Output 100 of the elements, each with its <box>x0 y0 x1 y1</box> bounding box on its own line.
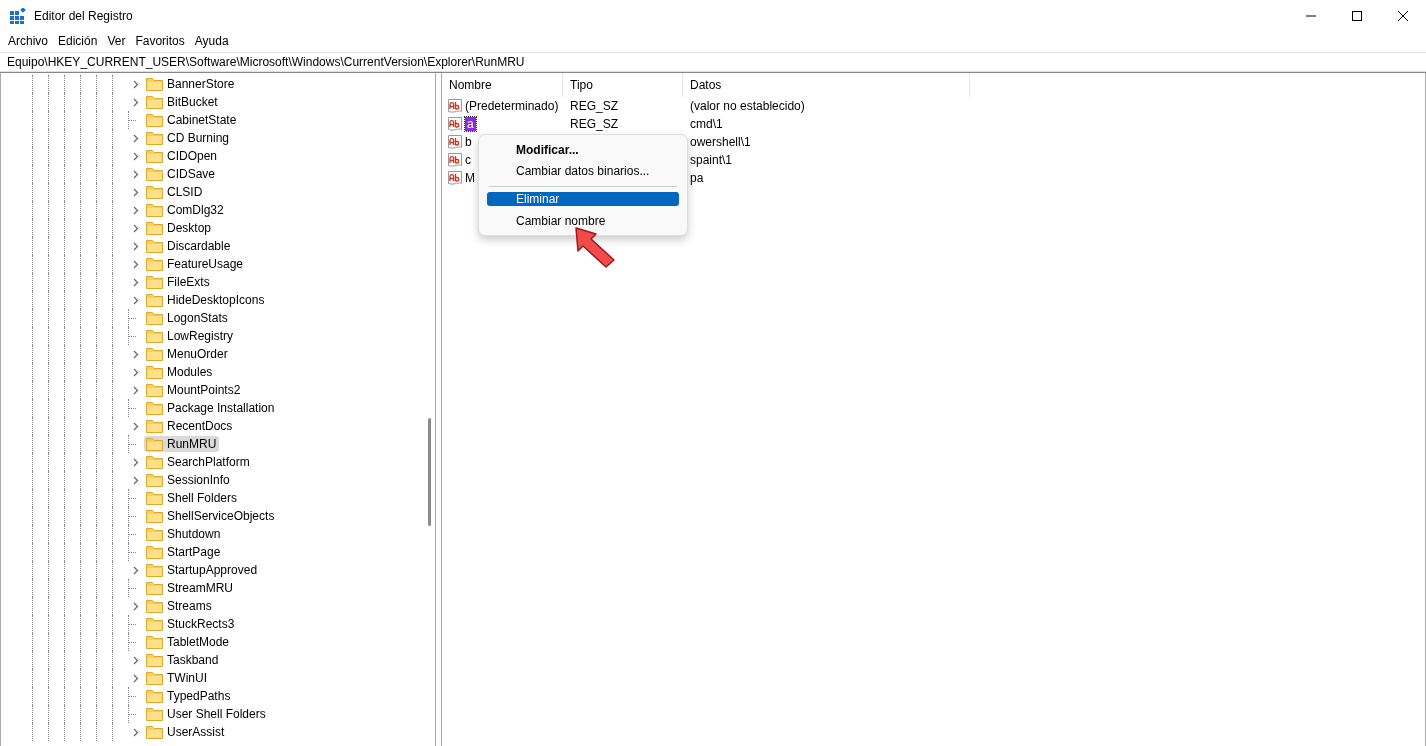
tree-item[interactable]: UserAssist <box>167 725 225 739</box>
menu-option[interactable]: Cambiar datos binarios... <box>487 160 679 181</box>
string-value-icon <box>447 116 463 132</box>
folder-icon <box>146 527 163 541</box>
value-name[interactable]: b <box>465 135 472 149</box>
tree-item[interactable]: Shutdown <box>167 527 221 541</box>
tree-item[interactable]: StartupApproved <box>167 563 258 577</box>
chevron-icon[interactable] <box>133 601 139 611</box>
chevron-icon[interactable] <box>133 565 139 575</box>
tree-item[interactable]: TabletMode <box>167 635 230 649</box>
folder-icon <box>146 95 163 109</box>
tree-item[interactable]: CIDSave <box>167 167 216 181</box>
tree-item[interactable]: CLSID <box>167 185 203 199</box>
tree-item[interactable]: CIDOpen <box>167 149 218 163</box>
tree-item[interactable]: RecentDocs <box>167 419 233 433</box>
folder-icon <box>146 149 163 163</box>
folder-icon <box>146 365 163 379</box>
value-data: pa <box>690 171 704 185</box>
value-type: REG_SZ <box>570 99 618 113</box>
menu-option[interactable]: Cambiar nombre <box>487 210 679 231</box>
folder-icon <box>146 131 163 145</box>
chevron-icon[interactable] <box>133 727 139 737</box>
column-header[interactable]: Nombre <box>442 73 563 97</box>
folder-icon <box>146 689 163 703</box>
close-icon <box>1398 11 1408 21</box>
folder-icon <box>146 725 163 739</box>
folder-icon <box>146 77 163 91</box>
tree-item[interactable]: Taskband <box>167 653 219 667</box>
tree-item[interactable]: LowRegistry <box>167 329 234 343</box>
tree-item[interactable]: SearchPlatform <box>167 455 250 469</box>
folder-icon <box>146 473 163 487</box>
menu-option[interactable]: Eliminar <box>487 192 679 206</box>
folder-icon <box>146 491 163 505</box>
value-name[interactable]: c <box>465 153 471 167</box>
tree-item[interactable]: Streams <box>167 599 212 613</box>
value-name[interactable]: a <box>465 117 476 131</box>
tree-item[interactable]: StreamMRU <box>167 581 233 595</box>
menu-option[interactable]: Modificar... <box>487 139 679 160</box>
tree-item[interactable]: StuckRects3 <box>167 617 235 631</box>
tree-item[interactable]: Package Installation <box>167 401 275 415</box>
value-data: spaint\1 <box>690 153 733 167</box>
folder-icon <box>146 239 163 253</box>
maximize-icon <box>1352 11 1362 21</box>
value-type: REG_SZ <box>570 117 618 131</box>
value-name[interactable]: M <box>465 171 475 185</box>
folder-icon <box>146 617 163 631</box>
tree-item[interactable]: TWinUI <box>167 671 207 685</box>
column-header[interactable]: Datos <box>683 73 970 97</box>
folder-icon <box>146 707 163 721</box>
column-header[interactable]: Tipo <box>563 73 683 97</box>
value-name[interactable]: (Predeterminado) <box>465 99 559 113</box>
tree-item[interactable]: Desktop <box>167 221 212 235</box>
folder-icon <box>146 671 163 685</box>
tree-item[interactable]: SessionInfo <box>167 473 230 487</box>
folder-icon <box>146 401 163 415</box>
tree-item[interactable]: ShellServiceObjects <box>167 509 275 523</box>
tree-item[interactable]: StartPage <box>167 545 221 559</box>
folder-icon <box>146 329 163 343</box>
tree-item[interactable]: FeatureUsage <box>167 257 244 271</box>
string-value-icon <box>447 152 463 168</box>
folder-icon <box>146 455 163 469</box>
tree-item[interactable]: MountPoints2 <box>167 383 241 397</box>
address-field[interactable]: Equipo\HKEY_CURRENT_USER\Software\Microsoft\Windows\CurrentVersion\Explorer\RunMRU <box>0 52 1426 72</box>
tree-item[interactable]: Shell Folders <box>167 491 238 505</box>
folder-icon <box>146 293 163 307</box>
tree-item[interactable]: Modules <box>167 365 213 379</box>
menu-item[interactable]: Archivo <box>3 34 53 48</box>
tree-item[interactable]: HideDesktopIcons <box>167 293 265 307</box>
folder-icon <box>146 113 163 127</box>
tree-item[interactable]: ComDlg32 <box>167 203 224 217</box>
menu-item[interactable]: Favoritos <box>130 34 190 48</box>
window-title: Editor del Registro <box>34 9 134 23</box>
folder-icon <box>146 509 163 523</box>
menu-item[interactable]: Edición <box>53 34 103 48</box>
scrollbar-thumb[interactable] <box>428 418 431 526</box>
folder-icon <box>146 437 163 451</box>
chevron-icon[interactable] <box>133 421 139 431</box>
folder-icon <box>146 167 163 181</box>
folder-icon <box>146 275 163 289</box>
tree-item[interactable]: TypedPaths <box>167 689 231 703</box>
folder-icon <box>146 419 163 433</box>
tree-item[interactable]: CD Burning <box>167 131 230 145</box>
tree-item[interactable]: FileExts <box>167 275 210 289</box>
value-data: owershell\1 <box>690 135 751 149</box>
folder-icon <box>146 635 163 649</box>
folder-icon <box>146 599 163 613</box>
tree-item[interactable]: MenuOrder <box>167 347 228 361</box>
folder-icon <box>146 347 163 361</box>
string-value-icon <box>447 170 463 186</box>
folder-icon <box>146 563 163 577</box>
tree-item[interactable]: CabinetState <box>167 113 237 127</box>
menu-item[interactable]: Ayuda <box>189 34 234 48</box>
tree-item[interactable]: Discardable <box>167 239 231 253</box>
folder-icon <box>146 311 163 325</box>
menu-item[interactable]: Ver <box>102 34 131 48</box>
tree-item[interactable]: User Shell Folders <box>167 707 266 721</box>
tree-item[interactable]: LogonStats <box>167 311 228 325</box>
tree-item[interactable]: BannerStore <box>167 77 235 91</box>
string-value-icon <box>447 134 463 150</box>
tree-item[interactable]: BitBucket <box>167 95 218 109</box>
